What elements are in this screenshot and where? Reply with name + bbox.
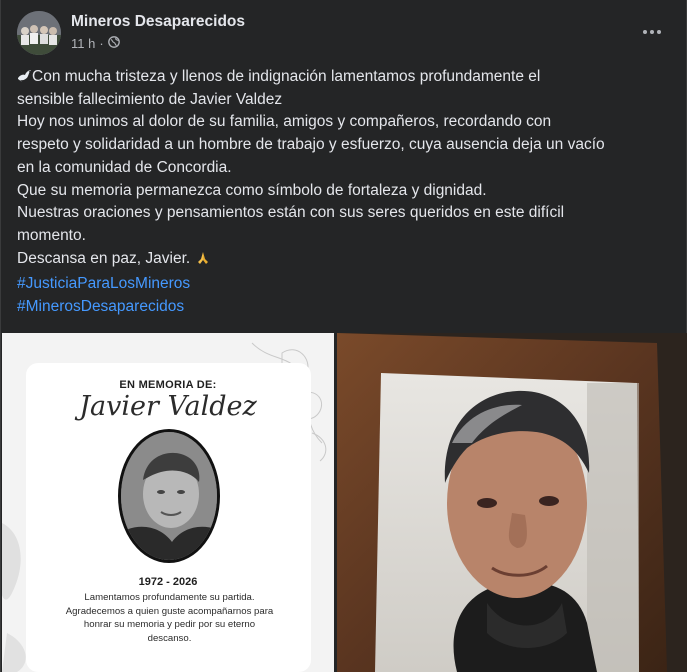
facebook-post: Mineros Desaparecidos 11 h · Con mucha t… <box>0 0 687 672</box>
post-text: Con mucha tristeza y llenos de indignaci… <box>17 66 672 319</box>
page-avatar[interactable] <box>17 11 61 55</box>
memorial-message: Lamentamos profundamente su partida. Agr… <box>65 592 274 644</box>
post-line: sensible fallecimiento de Javier Valdez <box>17 90 283 108</box>
hashtag-justicia[interactable]: #JusticiaParaLosMineros <box>17 273 672 296</box>
post-line: Hoy nos unimos al dolor de su familia, a… <box>17 113 552 131</box>
post-line: momento. <box>17 226 86 244</box>
post-line: Que su memoria permanezca como símbolo d… <box>17 181 487 199</box>
praying-hands-icon <box>197 251 208 264</box>
hashtag-mineros[interactable]: #MinerosDesaparecidos <box>17 296 672 319</box>
memorial-card-image[interactable]: EN MEMORIA DE: Javier Valdez 1972 - 2026… <box>2 333 334 672</box>
memorial-heading: EN MEMORIA DE: <box>119 379 217 391</box>
memorial-name: Javier Valdez <box>79 391 257 422</box>
post-line: respeto y solidaridad a un hombre de tra… <box>17 136 605 154</box>
post-meta: 11 h · <box>71 36 120 51</box>
post-line: Nuestras oraciones y pensamientos están … <box>17 204 565 222</box>
memorial-years: 1972 - 2026 <box>138 576 198 588</box>
meta-separator: · <box>99 36 104 51</box>
post-line: Con mucha tristeza y llenos de indignaci… <box>17 66 672 89</box>
memorial-portrait <box>118 429 220 563</box>
dove-icon <box>18 70 31 82</box>
post-line: Descansa en paz, Javier. <box>17 248 672 271</box>
more-options-icon[interactable] <box>638 20 666 44</box>
post-time[interactable]: 11 h <box>71 36 95 51</box>
post-media[interactable]: EN MEMORIA DE: Javier Valdez 1972 - 2026… <box>2 333 687 672</box>
framed-photo-image[interactable] <box>337 333 687 672</box>
page-name[interactable]: Mineros Desaparecidos <box>71 13 245 31</box>
post-line: en la comunidad de Concordia. <box>17 158 232 176</box>
globe-icon[interactable] <box>107 36 120 51</box>
